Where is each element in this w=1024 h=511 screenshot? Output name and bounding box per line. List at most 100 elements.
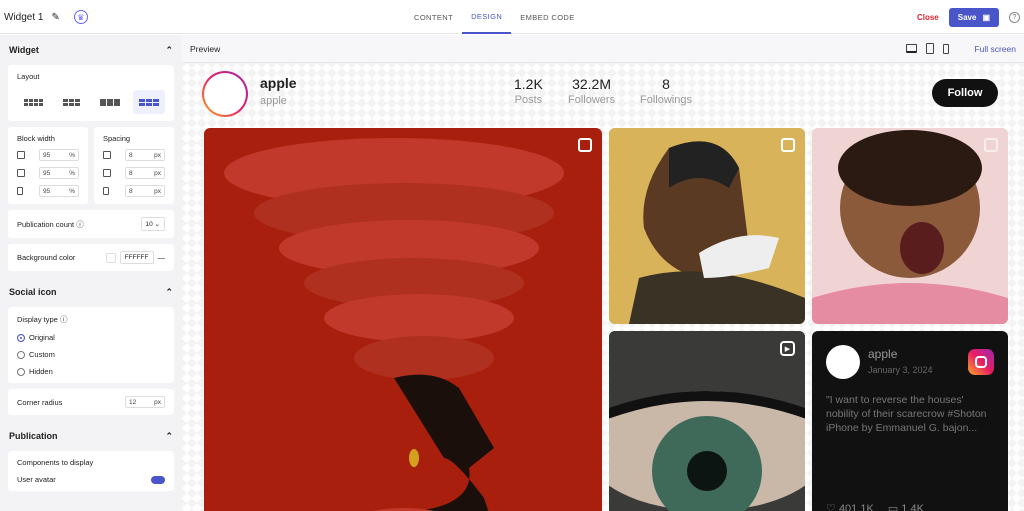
desktop-icon (17, 151, 25, 159)
background-color-label: Background color (17, 253, 76, 262)
instagram-icon[interactable] (968, 349, 994, 375)
radio-custom[interactable]: Custom (17, 350, 165, 359)
info-icon: ⓘ (59, 315, 68, 324)
corner-radius-label: Corner radius (17, 397, 63, 407)
social-icon-section-header[interactable]: Social icon ⌃ (0, 277, 182, 307)
publication-count-label: Publication count ⓘ (17, 219, 84, 229)
radio-dot (17, 350, 25, 359)
stat-followings: 8 Followings (640, 76, 692, 106)
section-title: Publication (9, 431, 58, 441)
radio-dot (17, 333, 25, 342)
apple-logo-icon (204, 73, 246, 115)
chevron-down-icon: ⌄ (154, 221, 160, 228)
block-width-desktop-input[interactable]: 95% (39, 149, 79, 161)
block-width-tablet-input[interactable]: 95% (39, 167, 79, 179)
preview-canvas: apple apple 1.2K Posts 32.2M Followers 8 Fo… (182, 63, 1024, 511)
profile-avatar[interactable] (202, 71, 248, 117)
post-tile-2[interactable] (609, 128, 805, 324)
desktop-icon (103, 151, 111, 159)
carousel-icon (578, 138, 592, 152)
heart-icon: ♡ (826, 503, 836, 511)
radio-dot (17, 367, 25, 376)
portrait-headwrap-image (224, 138, 564, 511)
display-type-label: Display type ⓘ (17, 315, 68, 324)
block-width-card: Block width 95% 95% 95% (8, 127, 88, 204)
carousel-icon (984, 138, 998, 152)
layout-option-2[interactable] (56, 90, 89, 114)
block-width-label: Block width (17, 134, 55, 143)
publication-count-card: Publication count ⓘ 10 ⌄ (8, 210, 174, 238)
spacing-tablet-input[interactable]: 8 px (125, 167, 165, 179)
corner-radius-input[interactable]: 12 px (125, 396, 165, 408)
comment-icon: ▭ (887, 503, 899, 511)
user-avatar-toggle[interactable] (151, 475, 165, 484)
components-label: Components to display (17, 458, 94, 467)
profile-username: apple (260, 95, 287, 107)
post-date: January 3, 2024 (868, 365, 933, 375)
full-screen-link[interactable]: Full screen (974, 44, 1016, 54)
spacing-mobile-input[interactable]: 8 px (125, 185, 165, 197)
layout-option-4[interactable] (132, 90, 165, 114)
layout-option-3[interactable] (94, 90, 127, 114)
post-text: "I want to reverse the houses' nobility … (826, 394, 987, 434)
comments[interactable]: ▭ 1.4K (888, 502, 924, 511)
display-type-card: Display type ⓘ Original Custom Hidden (8, 307, 174, 383)
radio-original[interactable]: Original (17, 333, 165, 342)
section-title: Social icon (9, 287, 57, 297)
spacing-desktop-input[interactable]: 8 px (125, 149, 165, 161)
layout-options (17, 90, 165, 114)
profile-header: apple apple 1.2K Posts 32.2M Followers 8 Fo… (202, 71, 998, 121)
layout-label: Layout (17, 72, 40, 81)
stat-posts: 1.2K Posts (514, 76, 543, 106)
color-swatch[interactable] (105, 252, 116, 263)
main-tabs: CONTENT DESIGN EMBED CODE (405, 0, 584, 34)
follow-button[interactable]: Follow (932, 79, 998, 107)
post-tile-4[interactable]: ▶ (609, 331, 805, 511)
block-width-mobile-input[interactable]: 95% (39, 185, 79, 197)
close-button[interactable]: Close (917, 13, 939, 22)
help-icon[interactable]: ? (1009, 11, 1020, 23)
background-color-card: Background color FFFFFF — (8, 244, 174, 271)
tablet-view-icon[interactable] (926, 43, 935, 54)
top-bar: Widget 1 ✎ ♛ CONTENT DESIGN EMBED CODE C… (0, 0, 1024, 34)
desktop-view-icon[interactable] (906, 44, 918, 53)
crown-icon[interactable]: ♛ (73, 10, 88, 24)
post-tile-large[interactable] (204, 128, 602, 511)
mobile-view-icon[interactable] (943, 43, 950, 54)
floppy-icon: ▣ (982, 12, 990, 22)
edit-icon[interactable]: ✎ (51, 12, 59, 23)
widget-title[interactable]: Widget 1 (4, 12, 43, 23)
spacing-label: Spacing (103, 134, 131, 143)
save-button[interactable]: Save ▣ (948, 7, 999, 27)
man-portrait-image (609, 128, 805, 324)
tab-content[interactable]: CONTENT (405, 0, 462, 34)
mobile-icon (103, 187, 109, 195)
components-card: Components to display User avatar (8, 451, 174, 491)
save-label: Save (957, 12, 977, 22)
carousel-icon (781, 138, 795, 152)
widget-section-header[interactable]: Widget ⌃ (0, 35, 182, 65)
post-tile-3[interactable] (812, 128, 1008, 324)
preview-header: Preview Full screen (182, 35, 1024, 63)
minus-icon[interactable]: — (158, 253, 166, 262)
info-icon: ⓘ (76, 219, 84, 229)
apple-logo-icon (826, 345, 860, 379)
radio-hidden[interactable]: Hidden (17, 367, 165, 376)
background-color-input[interactable]: FFFFFF (119, 251, 154, 264)
tab-embed-code[interactable]: EMBED CODE (511, 0, 583, 34)
tablet-icon (103, 169, 111, 177)
publication-section-header[interactable]: Publication ⌃ (0, 421, 182, 451)
baby-laughing-image (812, 128, 1008, 324)
post-card[interactable]: apple January 3, 2024 "I want to reverse… (812, 331, 1008, 511)
tablet-icon (17, 169, 25, 177)
likes[interactable]: ♡ 401.1K (826, 502, 874, 511)
layout-option-1[interactable] (17, 90, 50, 114)
corner-radius-card: Corner radius 12 px (8, 389, 174, 415)
publication-count-select[interactable]: 10 ⌄ (140, 217, 165, 231)
eye-closeup-image (609, 331, 805, 511)
spacing-card: Spacing 8 px 8 px 8 px (94, 127, 174, 204)
chevron-up-icon: ⌃ (165, 430, 173, 441)
chevron-up-icon: ⌃ (165, 44, 173, 55)
profile-name: apple (260, 75, 297, 91)
tab-design[interactable]: DESIGN (462, 0, 512, 34)
